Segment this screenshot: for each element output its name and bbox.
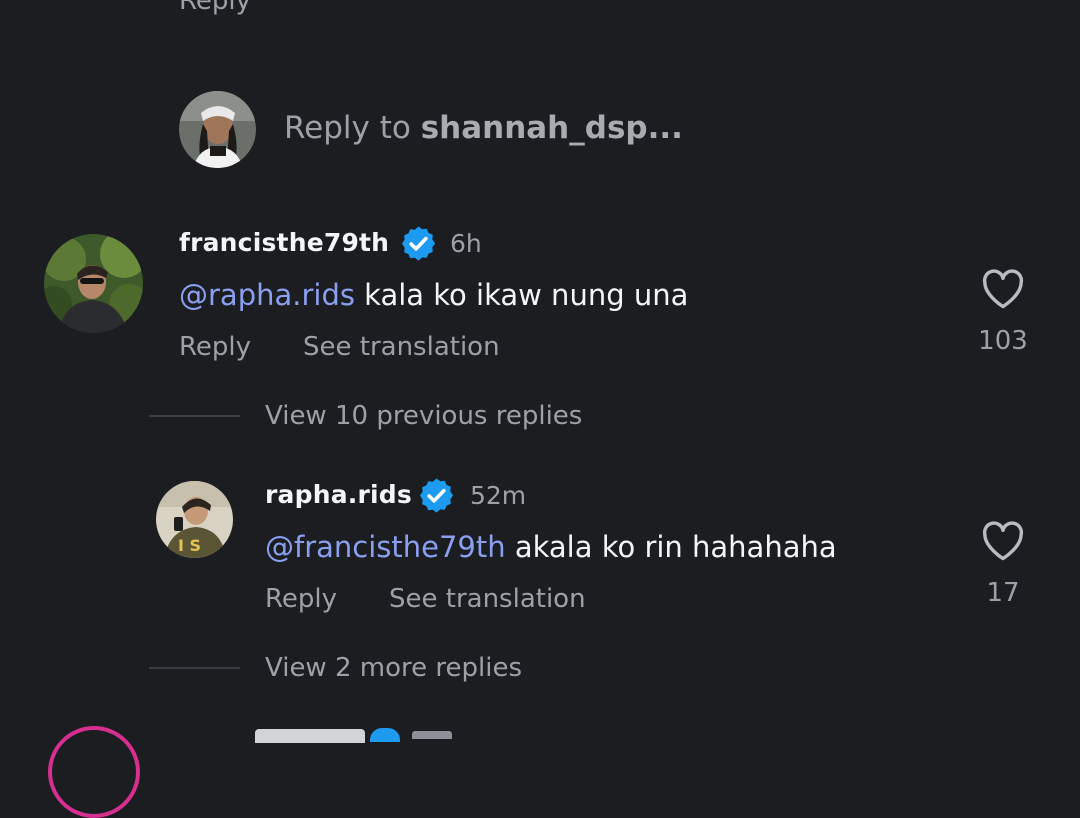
view-previous-replies-button[interactable]: View 10 previous replies bbox=[265, 401, 582, 431]
like-count: 17 bbox=[986, 578, 1020, 608]
reply-button-top[interactable]: Reply bbox=[179, 0, 251, 16]
see-translation-button[interactable]: See translation bbox=[303, 332, 500, 362]
commenter-avatar[interactable] bbox=[44, 234, 143, 333]
cut-off-username bbox=[255, 729, 365, 743]
commenter-avatar[interactable]: I S bbox=[156, 481, 233, 558]
like-count: 103 bbox=[978, 326, 1028, 356]
mention-link[interactable]: @rapha.rids bbox=[179, 278, 355, 312]
cut-off-timestamp bbox=[412, 731, 452, 739]
comment-timestamp: 52m bbox=[470, 481, 527, 510]
reply-prompt-prefix: Reply to bbox=[284, 110, 421, 146]
see-translation-button[interactable]: See translation bbox=[389, 584, 586, 614]
comment-text: kala ko ikaw nung una bbox=[354, 278, 689, 312]
comment-text: akala ko rin hahahaha bbox=[505, 530, 837, 564]
story-ring-avatar[interactable] bbox=[48, 726, 140, 818]
thread-divider bbox=[149, 415, 240, 417]
current-user-avatar bbox=[179, 91, 256, 168]
view-more-replies-button[interactable]: View 2 more replies bbox=[265, 653, 522, 683]
heart-icon[interactable] bbox=[980, 520, 1026, 562]
comment-username[interactable]: francisthe79th bbox=[179, 228, 389, 257]
reply-prompt-target: shannah_dsp... bbox=[420, 110, 683, 146]
comment-body: @francisthe79th akala ko rin hahahaha bbox=[265, 530, 837, 564]
reply-composer-input[interactable]: Reply to shannah_dsp... bbox=[284, 110, 683, 146]
mention-link[interactable]: @francisthe79th bbox=[265, 530, 506, 564]
svg-text:I S: I S bbox=[178, 536, 201, 555]
heart-icon[interactable] bbox=[980, 268, 1026, 310]
thread-divider bbox=[149, 667, 240, 669]
verified-badge-icon bbox=[370, 728, 400, 742]
verified-badge-icon bbox=[419, 478, 454, 513]
comment-username[interactable]: rapha.rids bbox=[265, 480, 412, 509]
comment-body: @rapha.rids kala ko ikaw nung una bbox=[179, 278, 688, 312]
verified-badge-icon bbox=[401, 226, 436, 261]
reply-button[interactable]: Reply bbox=[179, 332, 251, 362]
comment-timestamp: 6h bbox=[450, 229, 482, 258]
reply-button[interactable]: Reply bbox=[265, 584, 337, 614]
